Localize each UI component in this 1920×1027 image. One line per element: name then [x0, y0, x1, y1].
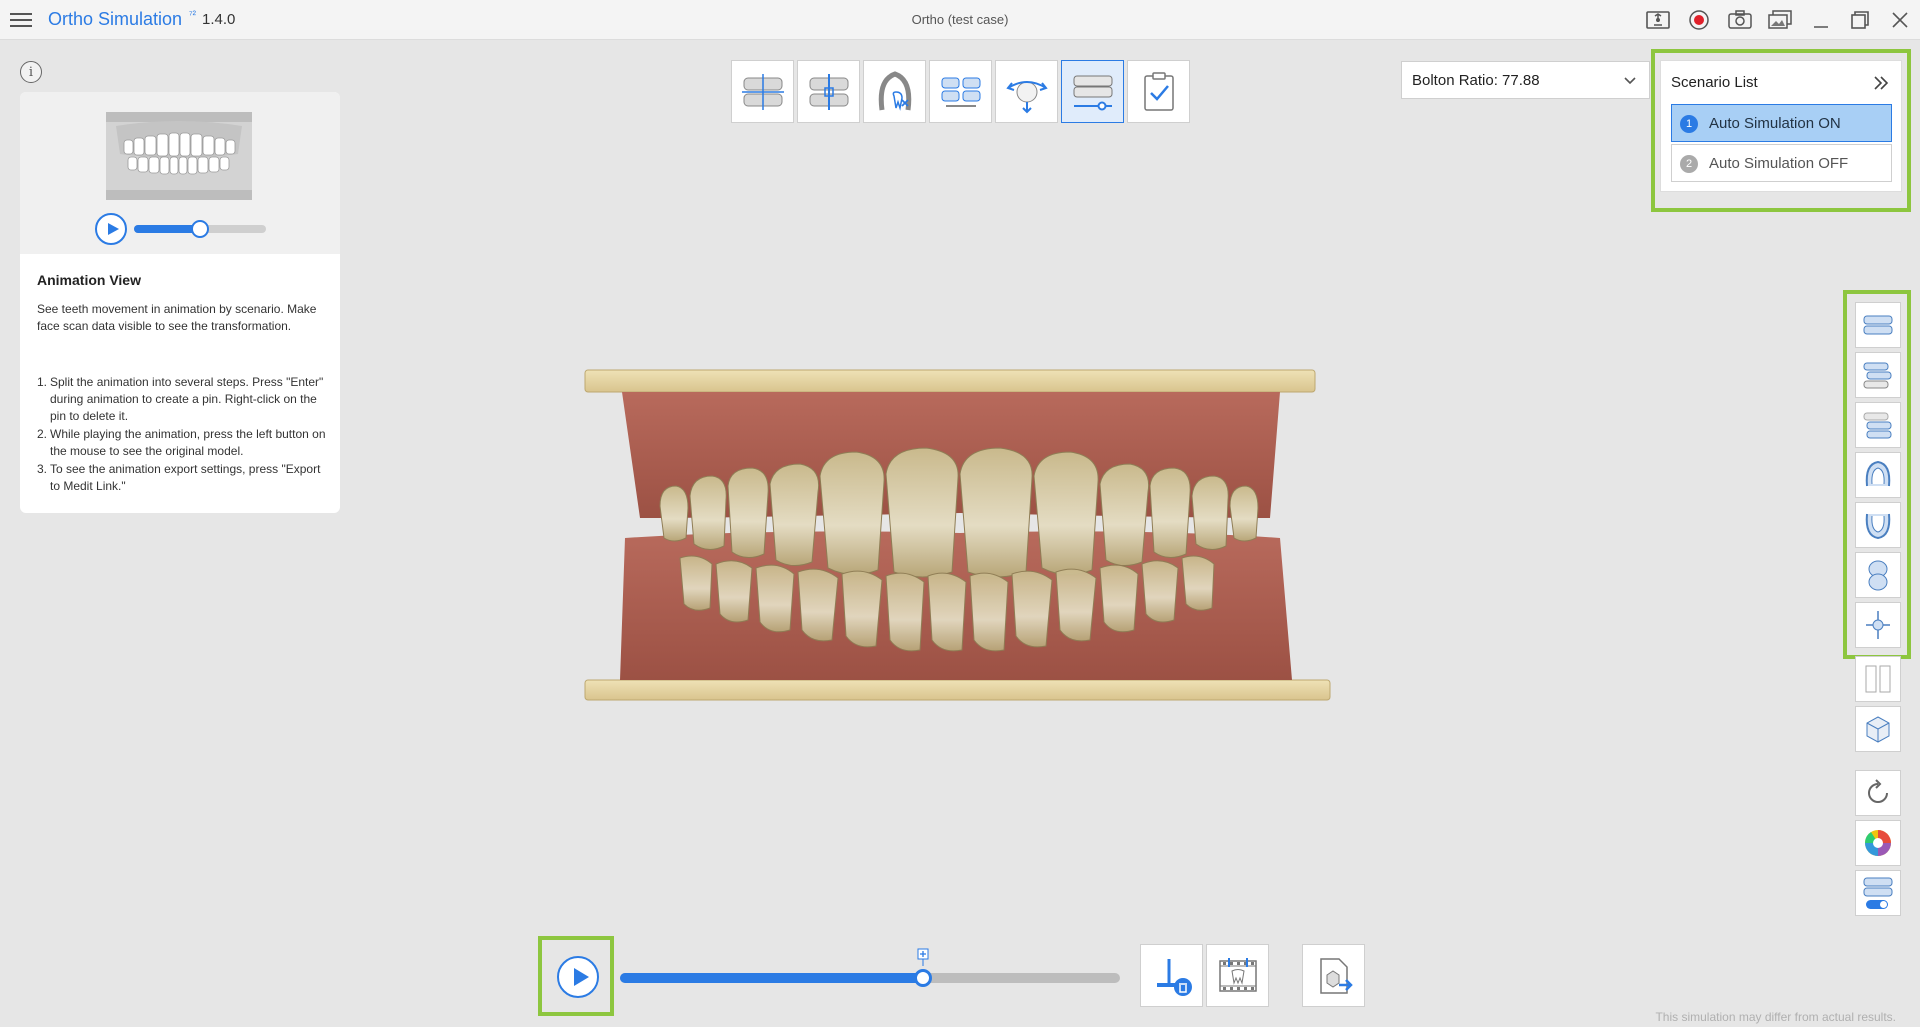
- scenario-list-title: Scenario List: [1671, 74, 1758, 91]
- view-axis-button[interactable]: [1855, 602, 1901, 648]
- view-occlusal-button[interactable]: [1855, 552, 1901, 598]
- rotate-view-tool-button[interactable]: [995, 60, 1058, 123]
- preview-slider[interactable]: [134, 220, 266, 238]
- report-check-tool-button[interactable]: [1127, 60, 1190, 123]
- restore-icon[interactable]: [1847, 8, 1873, 32]
- view-both-jaws-button[interactable]: [1855, 302, 1901, 348]
- help-card: Animation View See teeth movement in ani…: [20, 92, 340, 513]
- reset-rotation-button[interactable]: [1855, 770, 1901, 816]
- view-cube-button[interactable]: [1855, 706, 1901, 752]
- both-jaws-icon: [1863, 315, 1893, 335]
- color-wheel-icon: [1864, 830, 1891, 856]
- preview-slider-knob[interactable]: [191, 220, 209, 238]
- play-animation-button[interactable]: [557, 956, 599, 998]
- scenario-item-auto-simulation-off[interactable]: 2 Auto Simulation OFF: [1671, 144, 1892, 182]
- document-title: Ortho (test case): [911, 12, 1009, 27]
- cube-icon: [1866, 716, 1890, 743]
- axis-view-icon: [1866, 611, 1890, 639]
- help-step: 1. Split the animation into several steps…: [37, 375, 324, 423]
- scenario-list-panel: Scenario List 1 Auto Simulation ON 2 Aut…: [1660, 60, 1902, 192]
- jaw-offset-lower-icon: [1863, 412, 1892, 439]
- clipboard-check-icon: [1143, 71, 1174, 111]
- arch-alignment-tool-button[interactable]: [929, 60, 992, 123]
- chevron-down-icon: [1624, 77, 1636, 85]
- gallery-icon[interactable]: [1767, 8, 1793, 32]
- help-description: See teeth movement in animation by scena…: [37, 302, 317, 333]
- help-title: Animation View: [37, 272, 141, 288]
- scenario-number-badge: 1: [1680, 115, 1698, 133]
- view-upper-jaw-offset-button[interactable]: [1855, 352, 1901, 398]
- jaw-offset-icon: [1863, 362, 1892, 389]
- view-lower-jaw-offset-button[interactable]: [1855, 402, 1901, 448]
- split-view-icon: [1865, 665, 1891, 693]
- upper-arch-icon: [1865, 460, 1891, 487]
- app-badge: ⁷²: [189, 10, 196, 21]
- double-chevron-right-icon[interactable]: [1871, 73, 1891, 93]
- animation-timeline-slider[interactable]: [620, 948, 1120, 987]
- camera-icon[interactable]: [1727, 8, 1753, 32]
- midline-icon: [809, 73, 848, 110]
- simulation-disclaimer: This simulation may differ from actual r…: [1655, 1010, 1896, 1024]
- bolton-ratio-label: Bolton Ratio: 77.88: [1412, 72, 1540, 89]
- animation-frames-button[interactable]: [1206, 944, 1269, 1007]
- timeline-progress-fill: [620, 973, 923, 983]
- teeth-thumbnail-icon: [106, 112, 252, 200]
- film-tooth-icon: [1218, 957, 1257, 992]
- view-lower-arch-button[interactable]: [1855, 502, 1901, 548]
- title-bar: Ortho Simulation ⁷² 1.4.0 Ortho (test ca…: [0, 0, 1920, 40]
- animation-view-tool-button[interactable]: [1061, 60, 1124, 123]
- rotate-reset-icon: [1868, 779, 1888, 803]
- tooth-arch-remove-icon: [878, 70, 911, 111]
- preview-play-button[interactable]: [95, 213, 127, 245]
- color-mode-button[interactable]: [1855, 820, 1901, 866]
- guide-icon[interactable]: [1645, 8, 1671, 32]
- scenario-number-badge: 2: [1680, 155, 1698, 173]
- delete-pins-button[interactable]: [1140, 944, 1203, 1007]
- teeth-3d-model[interactable]: [580, 368, 1336, 704]
- bolton-ratio-dropdown[interactable]: Bolton Ratio: 77.88: [1401, 61, 1650, 99]
- scenario-item-auto-simulation-on[interactable]: 1 Auto Simulation ON: [1671, 104, 1892, 142]
- help-step: 2. While playing the animation, press the…: [37, 427, 326, 458]
- help-step: 3. To see the animation export settings, …: [37, 462, 321, 493]
- timeline-knob[interactable]: [913, 969, 932, 987]
- help-preview: [20, 92, 340, 254]
- scenario-item-label: Auto Simulation ON: [1709, 115, 1841, 132]
- animation-view-icon: [1073, 75, 1112, 110]
- midline-tool-button[interactable]: [797, 60, 860, 123]
- add-pin-icon[interactable]: [917, 948, 929, 966]
- occlusal-view-icon: [1868, 560, 1888, 591]
- menu-icon[interactable]: [10, 10, 32, 30]
- export-icon: [1319, 957, 1353, 994]
- close-icon[interactable]: [1887, 8, 1913, 32]
- superimpose-toggle-button[interactable]: [1855, 870, 1901, 916]
- occlusion-front-icon: [741, 73, 784, 110]
- superimpose-on-icon: [1863, 877, 1893, 909]
- rotate-view-icon: [1005, 80, 1048, 113]
- pin-delete-icon: [1156, 958, 1192, 996]
- app-version: 1.4.0: [202, 11, 236, 28]
- export-to-medit-link-button[interactable]: [1302, 944, 1365, 1007]
- split-view-button[interactable]: [1855, 656, 1901, 702]
- lower-arch-icon: [1865, 513, 1891, 540]
- app-name: Ortho Simulation: [48, 9, 183, 29]
- help-steps: 1. Split the animation into several steps…: [37, 374, 332, 496]
- arch-alignment-icon: [941, 77, 980, 107]
- scenario-item-label: Auto Simulation OFF: [1709, 155, 1849, 172]
- occlusion-front-tool-button[interactable]: [731, 60, 794, 123]
- tooth-removal-tool-button[interactable]: [863, 60, 926, 123]
- record-icon[interactable]: [1686, 8, 1712, 32]
- info-icon[interactable]: i: [20, 61, 42, 83]
- view-upper-arch-button[interactable]: [1855, 452, 1901, 498]
- minimize-icon[interactable]: [1808, 8, 1834, 32]
